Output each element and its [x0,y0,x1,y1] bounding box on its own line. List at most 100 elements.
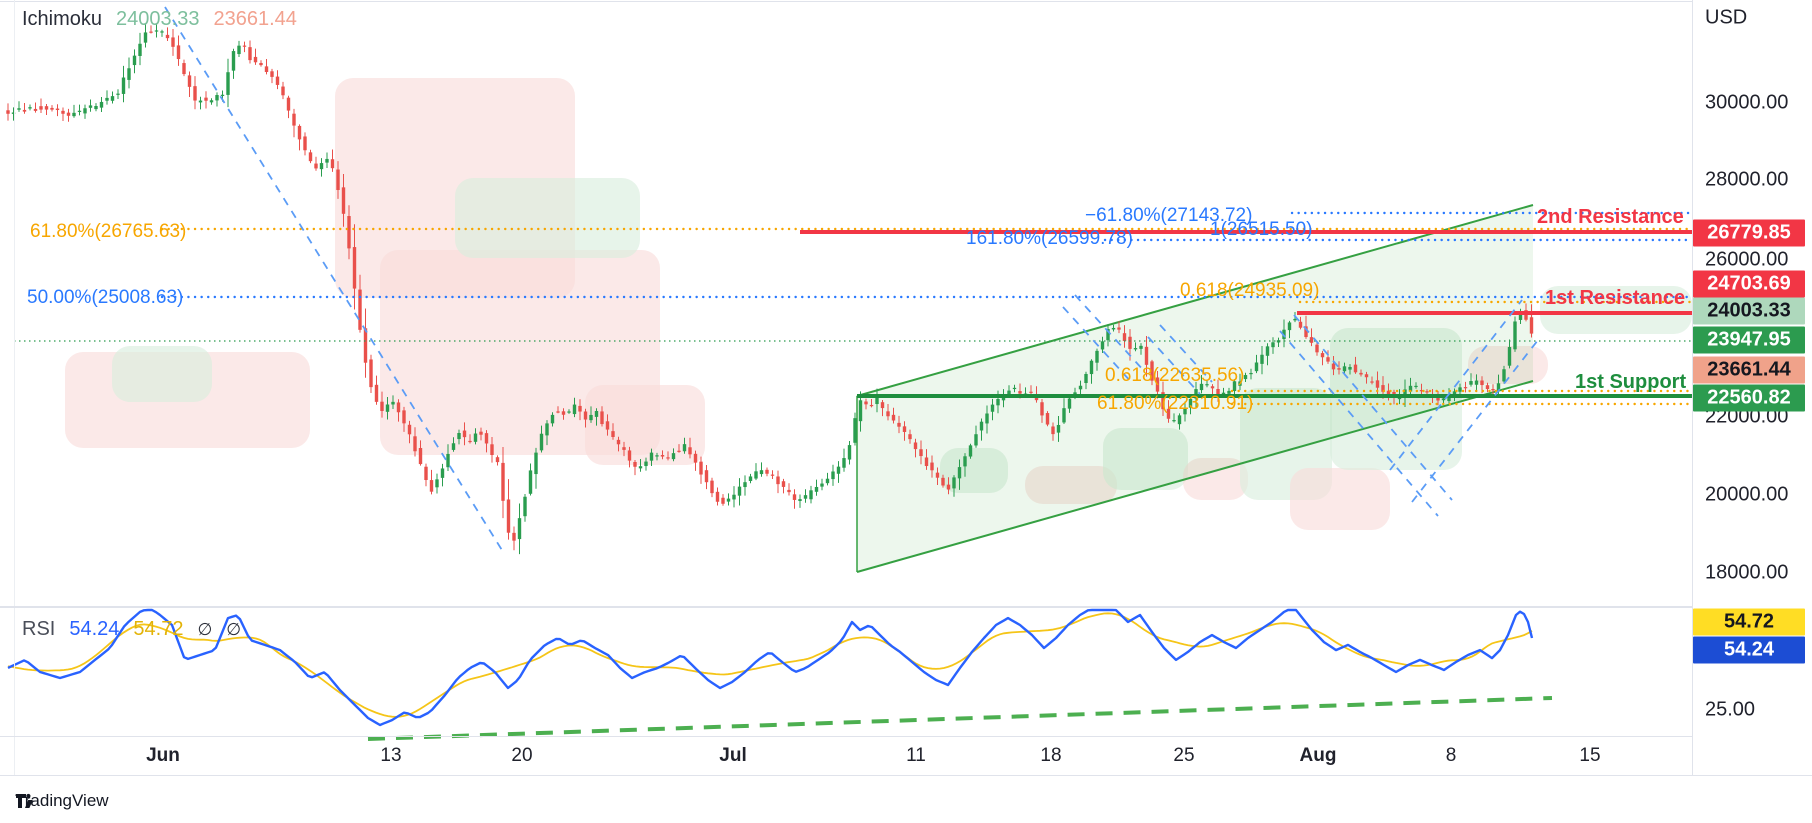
candle-body [990,404,995,412]
candle-body [1485,385,1490,390]
candle-body [237,45,241,55]
price-scale[interactable]: USD 30000.00 28000.00 26000.00 22000.00 2000… [1693,0,1812,775]
candle-body [726,498,731,502]
candle-body [1513,321,1517,350]
time-tick-label: 11 [906,745,926,766]
candle-body [1348,366,1352,370]
rsi-trendline[interactable] [367,696,1553,741]
fib-label[interactable]: 0.618(24935.09) [1180,280,1319,302]
candle-body [770,474,775,476]
candle-body [913,442,918,450]
candle-body [853,418,857,443]
candle-body [517,518,522,540]
price-badge: 24003.33 [1693,297,1805,325]
candle-body [1502,369,1506,382]
candle-body [319,163,324,170]
candle-body [242,45,247,47]
candle-body [765,469,769,474]
candle-body [776,476,780,485]
candle-body [495,457,500,463]
candle-body [1364,374,1369,378]
candle-body [748,476,753,481]
candle-body [721,497,725,504]
fib-label[interactable]: 1(26515.50) [1210,219,1312,241]
candle-body [1507,347,1512,366]
candle-body [1111,327,1116,330]
fib-label[interactable]: 0.618(22635.56) [1105,365,1244,387]
rsi-source-icon[interactable]: ∅ [197,620,212,640]
candle-body [616,439,621,445]
rsi-settings-icon[interactable]: ∅ [226,620,241,640]
candle-body [121,77,126,94]
candle-body [363,328,368,363]
candle-body [578,405,582,412]
candle-body [589,414,593,421]
candle-body [572,404,577,415]
candle-body [677,450,681,452]
candle-body [99,101,104,108]
price-badge: 54.72 [1693,608,1805,636]
fib-label[interactable]: 61.80%(22310.91) [1097,393,1253,415]
candle-body [1265,346,1270,356]
candle-body [308,152,313,162]
price-badge: 23947.95 [1693,326,1805,354]
candle-body [902,426,907,432]
time-axis-bottom-border [0,775,1812,776]
time-tick-label: 20 [511,745,533,766]
candle-body [836,466,841,474]
candle-body [644,461,648,467]
candle-body [1480,380,1484,386]
time-tick-label: 25 [1173,745,1195,766]
candle-body [182,63,186,75]
pane-separator[interactable] [0,606,1812,608]
candle-body [77,110,82,112]
candle-body [710,480,714,494]
ichimoku-legend[interactable]: Ichimoku 24003.33 23661.44 [22,8,297,31]
candle-body [28,107,32,109]
annotation-1st-resistance[interactable]: 1st Resistance [1545,287,1685,310]
candle-body [352,247,357,289]
rsi-title[interactable]: RSI [22,618,55,641]
candle-body [666,457,670,459]
tradingview-logo[interactable]: TradingView [15,791,109,811]
candle-body [1084,373,1088,384]
price-tick-label: 28000.00 [1705,168,1789,191]
candle-body [468,440,472,443]
candle-body [110,96,115,101]
fib-label[interactable]: 50.00%(25008.63) [27,287,183,309]
candle-body [567,411,571,413]
indicator-title[interactable]: Ichimoku [22,8,102,31]
fib-label[interactable]: 161.80%(26599.78) [966,228,1133,250]
candle-body [429,480,434,492]
candle-body [479,431,483,435]
candle-body [919,449,923,457]
candle-body [1331,363,1336,370]
candle-body [418,447,423,465]
candle-body [759,470,764,475]
fib-label[interactable]: 61.80%(26765.63) [30,221,186,243]
annotation-1st-support[interactable]: 1st Support [1575,371,1686,394]
candle-body [688,447,692,455]
annotation-2nd-resistance[interactable]: 2nd Resistance [1537,206,1684,229]
candle-body [1337,368,1341,370]
candle-body [341,187,346,214]
candle-body [545,423,549,436]
candle-body [627,450,632,461]
trend-channel-fill[interactable] [857,205,1533,572]
candle-body [1441,398,1446,401]
candle-body [1425,391,1429,393]
candle-body [127,68,131,80]
candle-body [259,62,263,66]
candle-body [1100,341,1105,350]
candle-body [231,51,236,71]
candle-body [1353,364,1358,373]
left-border [14,0,15,775]
candle-body [33,108,38,111]
candle-body [204,97,208,101]
candle-body [6,110,10,114]
candle-body [583,411,588,420]
chart-canvas[interactable] [0,0,1692,775]
candle-body [270,71,274,77]
rsi-legend[interactable]: RSI 54.24 54.72 ∅ ∅ [22,618,241,641]
candle-body [264,66,269,72]
